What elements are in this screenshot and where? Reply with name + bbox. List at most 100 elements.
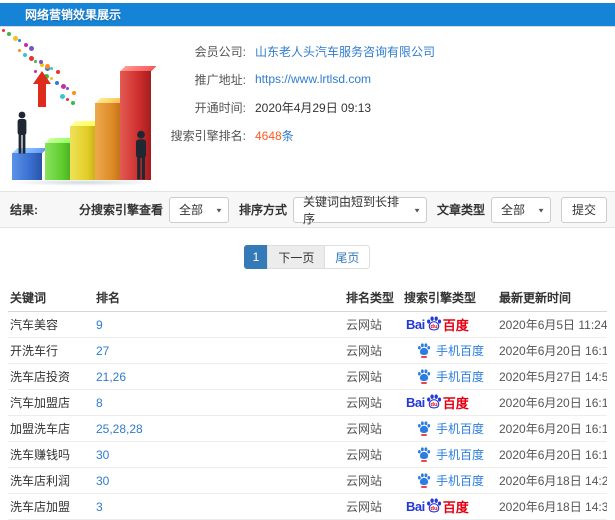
sort-select[interactable]: 关键词由短到长排序 ▼	[292, 195, 427, 226]
mobile-baidu-label: 手机百度	[436, 370, 485, 384]
result-label: 结果:	[10, 203, 38, 217]
promo-url-link[interactable]: https://www.lrtlsd.com	[255, 72, 371, 86]
confetti-dot	[60, 84, 66, 89]
confetti-dot	[23, 42, 28, 47]
keyword-cell: 加盟洗车店	[10, 422, 71, 436]
baidu-logo: Bai du 百度	[404, 497, 497, 516]
confetti-dot	[71, 90, 76, 95]
chart-bar-blue	[12, 153, 42, 180]
sort-value: 关键词由短到长排序	[302, 194, 399, 226]
engine-cell: Bai du 百度	[402, 497, 497, 516]
engine-cell: Bai du 百度	[402, 368, 497, 385]
header-rank: 排名	[96, 290, 121, 305]
open-time-label: 开通时间:	[194, 100, 246, 115]
rank-count-number: 4648	[255, 128, 282, 143]
pagination: 1 下一页 尾页	[0, 245, 615, 269]
table-row: 洗车店加盟 3 云网站 Bai du 百度 2020年6月18日 14:30	[8, 494, 607, 520]
confetti-dot	[34, 59, 38, 63]
table-row: 开洗车行 27 云网站 Bai du 百度	[8, 338, 607, 364]
rank-cell: 25,28,28	[96, 421, 143, 436]
confetti-dot	[18, 39, 22, 43]
svg-text:du: du	[430, 324, 438, 330]
engine-cell: Bai du 百度	[402, 420, 497, 437]
keyword-rank-table: 关键词 排名 排名类型 搜索引擎类型 最新更新时间 汽车美容 9 云网站 Bai	[8, 283, 607, 520]
info-row-company: 会员公司: 山东老人头汽车服务咨询有限公司	[118, 37, 435, 65]
table-row: 洗车店利润 30 云网站 Bai du 百度	[8, 468, 607, 494]
header-keyword: 关键词	[10, 290, 47, 305]
svg-text:du: du	[430, 506, 438, 512]
engine-cell: Bai du 百度	[402, 446, 497, 463]
confetti-dot	[17, 49, 21, 53]
chevron-down-icon: ▼	[413, 206, 421, 214]
baidu-mobile-logo: 手机百度	[404, 472, 497, 489]
engine-cell: Bai du 百度	[402, 342, 497, 359]
mobile-baidu-label: 手机百度	[436, 474, 485, 488]
baidu-mobile-logo: 手机百度	[404, 342, 497, 359]
keyword-cell: 洗车店利润	[10, 474, 71, 488]
baidu-logo-cn-text: 百度	[442, 396, 469, 411]
baidu-logo-bai-text: Bai	[406, 395, 425, 410]
baidu-mobile-logo: 手机百度	[404, 368, 497, 385]
updated-time-cell: 2020年6月18日 14:27	[499, 474, 607, 488]
rank-cell: 9	[96, 317, 103, 332]
mobile-baidu-paw-icon	[418, 369, 431, 384]
confetti-dot	[2, 29, 5, 32]
article-type-value: 全部	[501, 203, 526, 217]
updated-time-cell: 2020年6月18日 14:30	[499, 500, 607, 514]
updated-time-cell: 2020年5月27日 14:58	[499, 370, 607, 384]
confetti-dot	[71, 101, 75, 105]
table-body: 汽车美容 9 云网站 Bai du 百度 2020年6月5日 11:24 开洗车…	[8, 312, 607, 520]
confetti-dot	[66, 87, 70, 91]
baidu-logo-bai-text: Bai	[406, 499, 425, 514]
confetti-dot	[44, 63, 50, 69]
company-label: 会员公司:	[194, 44, 246, 59]
mobile-baidu-label: 手机百度	[436, 448, 485, 462]
page-title: 网络营销效果展示	[25, 8, 122, 22]
table-row: 加盟洗车店 25,28,28 云网站 Bai du 百度	[8, 416, 607, 442]
engine-filter-select[interactable]: 全部 ▼	[168, 196, 229, 223]
member-info-section: 会员公司: 山东老人头汽车服务咨询有限公司 推广地址: https://www.…	[0, 27, 615, 191]
header-engine-type: 搜索引擎类型	[404, 290, 477, 305]
page-header: 网络营销效果展示	[0, 3, 615, 27]
mobile-baidu-paw-icon	[418, 421, 431, 436]
last-page-button[interactable]: 尾页	[324, 245, 371, 269]
info-row-rank-count: 搜索引擎排名: 4648条	[118, 121, 435, 149]
rank-type-cell: 云网站	[346, 344, 383, 358]
baidu-logo: Bai du 百度	[404, 315, 497, 334]
mobile-baidu-paw-icon	[418, 473, 431, 488]
rank-cell: 30	[96, 473, 110, 488]
baidu-mobile-logo: 手机百度	[404, 420, 497, 437]
confetti-dot	[50, 67, 54, 70]
company-name: 山东老人头汽车服务咨询有限公司	[255, 44, 436, 59]
sort-label: 排序方式	[238, 203, 287, 217]
rank-type-cell: 云网站	[346, 500, 383, 514]
baidu-paw-icon: du	[426, 498, 441, 513]
submit-button[interactable]: 提交	[561, 196, 607, 223]
rank-type-cell: 云网站	[346, 370, 383, 384]
table-row: 洗车店投资 21,26 云网站 Bai du 百度	[8, 364, 607, 390]
article-type-select[interactable]: 全部 ▼	[491, 196, 551, 223]
rank-cell: 3	[96, 499, 103, 514]
engine-cell: Bai du 百度	[402, 315, 497, 334]
engine-filter-value: 全部	[178, 203, 203, 217]
mobile-baidu-paw-icon	[418, 343, 431, 358]
keyword-cell: 汽车加盟店	[10, 396, 71, 410]
keyword-cell: 洗车店投资	[10, 370, 71, 384]
table-row: 汽车美容 9 云网站 Bai du 百度 2020年6月5日 11:24	[8, 312, 607, 338]
updated-time-cell: 2020年6月20日 16:12	[499, 396, 607, 410]
updated-time-cell: 2020年6月5日 11:24	[499, 318, 607, 332]
page-1-button[interactable]: 1	[243, 245, 269, 269]
info-row-open-time: 开通时间: 2020年4月29日 09:13	[118, 93, 435, 121]
header-rank-type: 排名类型	[346, 290, 395, 305]
info-row-url: 推广地址: https://www.lrtlsd.com	[118, 65, 435, 93]
baidu-logo: Bai du 百度	[404, 393, 497, 412]
businessman-left-icon	[17, 111, 27, 154]
baidu-paw-icon: du	[426, 394, 441, 409]
table-row: 洗车赚钱吗 30 云网站 Bai du 百度	[8, 442, 607, 468]
rank-type-cell: 云网站	[346, 422, 383, 436]
filter-bar: 结果: 分搜索引擎查看 全部 ▼ 排序方式 关键词由短到长排序 ▼ 文章类型 全…	[0, 191, 615, 228]
next-page-button[interactable]: 下一页	[267, 245, 326, 269]
engine-cell: Bai du 百度	[402, 472, 497, 489]
confetti-dot	[60, 94, 66, 100]
keyword-cell: 洗车赚钱吗	[10, 448, 71, 462]
